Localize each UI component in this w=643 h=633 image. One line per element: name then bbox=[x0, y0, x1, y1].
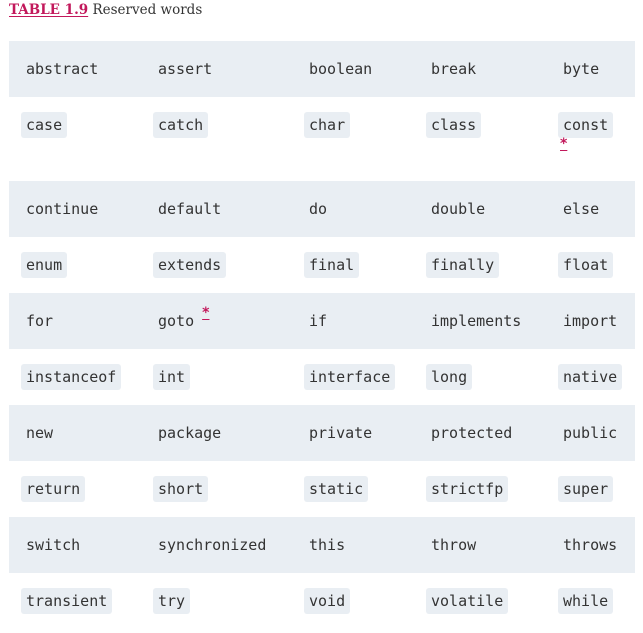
keyword: this bbox=[309, 536, 346, 554]
keyword: static bbox=[304, 476, 369, 502]
keyword: volatile bbox=[426, 588, 509, 614]
keyword: int bbox=[153, 364, 191, 390]
keyword: assert bbox=[158, 60, 213, 78]
keyword: short bbox=[153, 476, 209, 502]
keyword: case bbox=[21, 112, 68, 138]
keyword: enum bbox=[21, 252, 68, 278]
table-row: switch synchronized this throw throws bbox=[9, 517, 635, 573]
keyword: import bbox=[563, 312, 618, 330]
reserved-words-table: abstract assert boolean break byte case … bbox=[9, 41, 635, 629]
table-row: abstract assert boolean break byte bbox=[9, 41, 635, 97]
keyword: package bbox=[158, 424, 222, 442]
keyword: try bbox=[153, 588, 191, 614]
keyword: byte bbox=[563, 60, 600, 78]
keyword: long bbox=[426, 364, 473, 390]
keyword: protected bbox=[431, 424, 513, 442]
keyword: double bbox=[431, 200, 486, 218]
footnote-marker-link[interactable]: * bbox=[560, 136, 613, 152]
keyword: do bbox=[309, 200, 328, 218]
table-caption: TABLE 1.9 Reserved words bbox=[9, 2, 202, 18]
table-row: enum extends final finally float bbox=[9, 237, 635, 293]
keyword: for bbox=[26, 312, 54, 330]
keyword: implements bbox=[431, 312, 522, 330]
keyword: if bbox=[309, 312, 328, 330]
keyword: strictfp bbox=[426, 476, 509, 502]
keyword: instanceof bbox=[21, 364, 122, 390]
keyword: finally bbox=[426, 252, 500, 278]
keyword: throw bbox=[431, 536, 477, 554]
keyword: private bbox=[309, 424, 373, 442]
keyword: switch bbox=[26, 536, 81, 554]
keyword: else bbox=[563, 200, 600, 218]
table-row: continue default do double else bbox=[9, 181, 635, 237]
table-number-link[interactable]: TABLE 1.9 bbox=[9, 2, 88, 18]
table-row: transient try void volatile while bbox=[9, 573, 635, 629]
keyword: goto bbox=[158, 312, 195, 330]
keyword: while bbox=[558, 588, 614, 614]
keyword: throws bbox=[563, 536, 618, 554]
keyword: default bbox=[158, 200, 222, 218]
keyword: return bbox=[21, 476, 86, 502]
keyword: continue bbox=[26, 200, 99, 218]
keyword: class bbox=[426, 112, 482, 138]
keyword: break bbox=[431, 60, 477, 78]
keyword: public bbox=[563, 424, 618, 442]
keyword: const bbox=[558, 112, 614, 138]
keyword: char bbox=[304, 112, 351, 138]
table-row: instanceof int interface long native bbox=[9, 349, 635, 405]
keyword: new bbox=[26, 424, 54, 442]
table-row: for goto * if implements import bbox=[9, 293, 635, 349]
keyword: extends bbox=[153, 252, 227, 278]
keyword: float bbox=[558, 252, 614, 278]
keyword: abstract bbox=[26, 60, 99, 78]
table-row: return short static strictfp super bbox=[9, 461, 635, 517]
keyword: native bbox=[558, 364, 623, 390]
keyword: boolean bbox=[309, 60, 373, 78]
table-row: case catch char class const * bbox=[9, 97, 635, 181]
keyword: void bbox=[304, 588, 351, 614]
keyword: final bbox=[304, 252, 360, 278]
keyword: super bbox=[558, 476, 614, 502]
footnote-marker-link[interactable]: * bbox=[202, 305, 209, 321]
table-title: Reserved words bbox=[92, 2, 203, 18]
keyword: catch bbox=[153, 112, 209, 138]
keyword: interface bbox=[304, 364, 396, 390]
table-row: new package private protected public bbox=[9, 405, 635, 461]
keyword: synchronized bbox=[158, 536, 267, 554]
keyword: transient bbox=[21, 588, 113, 614]
